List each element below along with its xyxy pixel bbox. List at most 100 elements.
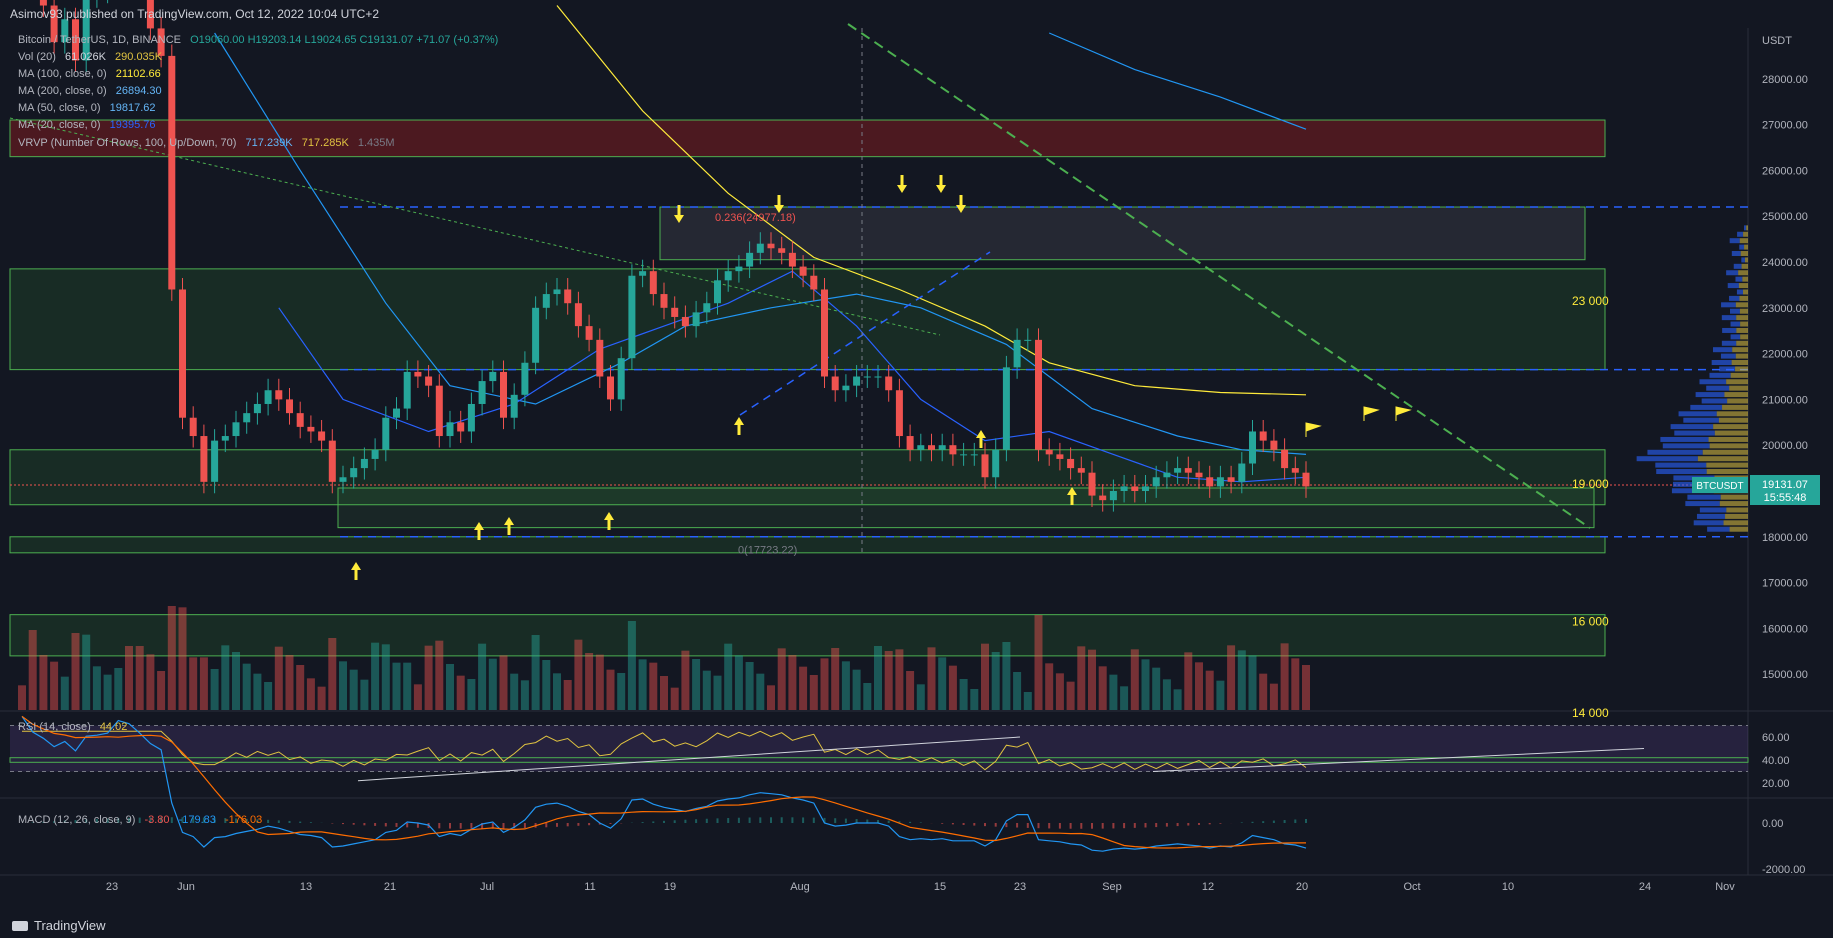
volume-bar <box>895 649 904 710</box>
macd-histogram-bar <box>727 818 730 823</box>
candle-body <box>1002 367 1010 450</box>
vrvp-up-bar <box>1721 315 1737 321</box>
volume-bar <box>232 652 240 710</box>
candle-body <box>960 454 968 456</box>
legend-volume[interactable]: Vol (20) 61.026K 290.035K <box>18 51 162 63</box>
macd-histogram-bar <box>545 823 548 828</box>
legend-symbol-row[interactable]: Bitcoin / TetherUS, 1D, BINANCE O19060.0… <box>18 34 498 46</box>
candle-body <box>842 385 850 391</box>
resistance-arrow-icon <box>936 175 946 193</box>
volume-bar <box>167 606 176 710</box>
level-label-1: 19 000 <box>1572 477 1609 491</box>
volume-bar <box>435 640 444 710</box>
candle-body <box>906 436 914 450</box>
volume-bar <box>809 675 818 710</box>
candle-body <box>724 271 732 281</box>
candle-body <box>1302 472 1310 487</box>
volume-bar <box>328 638 337 710</box>
candle-body <box>799 266 807 276</box>
flag-icon <box>1305 422 1322 437</box>
volume-bar <box>1098 666 1107 710</box>
vrvp-up-bar <box>1720 353 1736 359</box>
candle-body <box>1291 468 1299 473</box>
legend-ma100[interactable]: MA (100, close, 0) 21102.66 <box>18 68 161 80</box>
macd-histogram-bar <box>1219 823 1222 824</box>
legend-ma200[interactable]: MA (200, close, 0) 26894.30 <box>18 85 162 97</box>
resistance-arrow-icon <box>897 175 907 193</box>
time-tick-label-15: 24 <box>1639 881 1651 893</box>
vrvp-up-bar <box>1729 308 1740 314</box>
volume-bar <box>574 639 583 710</box>
vrvp-up-bar <box>1733 263 1742 269</box>
volume-value: 61.026K <box>64 51 106 63</box>
candle-body <box>938 445 946 450</box>
macd-histogram-bar <box>673 820 676 823</box>
vrvp-up-bar <box>1730 321 1741 327</box>
candle-body <box>660 294 668 308</box>
time-tick-label-12: 20 <box>1296 881 1308 893</box>
volume-bar <box>606 669 615 710</box>
candle-body <box>714 280 721 304</box>
ma50-value: 19817.62 <box>109 102 156 114</box>
ma200-value: 26894.30 <box>115 85 162 97</box>
candle-body <box>1270 440 1278 450</box>
volume-bar <box>520 680 529 710</box>
candle-body <box>1013 339 1021 368</box>
support-arrow-icon <box>734 417 744 435</box>
volume-bar <box>874 646 882 710</box>
time-tick-label-6: 19 <box>664 881 676 893</box>
vrvp-down-bar <box>1738 283 1748 289</box>
time-tick-label-2: 13 <box>300 881 312 893</box>
candle-body <box>200 436 208 482</box>
tradingview-logo: TradingView <box>12 918 106 933</box>
legend-ma50[interactable]: MA (50, close, 0) 19817.62 <box>18 102 156 114</box>
symbol-title: Bitcoin / TetherUS, 1D, BINANCE <box>18 34 182 46</box>
candle-body <box>767 243 775 249</box>
macd-histogram-bar <box>812 817 815 823</box>
candle-body <box>1238 463 1246 482</box>
volume-bar <box>371 642 380 710</box>
legend-ma20[interactable]: MA (20, close, 0) 19395.76 <box>18 119 156 131</box>
volume-bar <box>296 665 305 710</box>
candle-body <box>949 445 957 455</box>
ma100-value: 21102.66 <box>115 68 161 80</box>
volume-bar <box>1184 652 1193 710</box>
rsi-label: RSI (14, close) <box>18 721 91 733</box>
vrvp-down-bar <box>1709 443 1748 449</box>
vrvp-down-bar <box>1718 417 1748 423</box>
ma50-label: MA (50, close, 0) <box>18 102 101 114</box>
volume-bar <box>948 665 957 710</box>
zone-support-4 <box>9 614 1606 657</box>
vrvp-down-bar <box>1725 513 1748 519</box>
vrvp-down-bar <box>1741 263 1748 269</box>
legend-vrvp[interactable]: VRVP (Number Of Rows, 100, Up/Down, 70) … <box>18 137 395 149</box>
vrvp-up-bar <box>1660 436 1709 442</box>
volume-bar <box>1216 680 1225 710</box>
time-tick-label-11: 12 <box>1202 881 1214 893</box>
volume-bar <box>617 673 626 710</box>
legend-macd[interactable]: MACD (12, 26, close, 9) -3.80 -179.83 -1… <box>18 814 262 826</box>
vrvp-down-bar <box>1713 424 1748 430</box>
volume-bar <box>692 659 701 710</box>
volume-bar <box>71 633 80 710</box>
candle-body <box>1056 454 1064 459</box>
volume-bar <box>82 634 91 710</box>
volume-bar <box>114 668 123 710</box>
volume-bar <box>178 607 187 710</box>
candle-body <box>478 381 486 404</box>
macd-histogram-bar <box>502 823 505 829</box>
level-label-2: 16 000 <box>1572 614 1609 628</box>
fib-label-0: 0.236(24977.18) <box>715 212 796 224</box>
candle-body <box>1077 468 1085 473</box>
legend-rsi[interactable]: RSI (14, close) 44.02 <box>18 721 127 733</box>
macd-histogram-bar <box>1123 823 1126 829</box>
volume-bar <box>670 687 679 710</box>
macd-histogram-bar <box>770 817 772 823</box>
volume-bar <box>103 674 112 710</box>
volume-bar <box>1066 681 1075 710</box>
volume-bar <box>638 659 647 710</box>
volume-bar <box>1002 642 1011 710</box>
time-tick-label-4: Jul <box>480 881 494 893</box>
candle-body <box>1067 458 1075 469</box>
candle-body <box>928 445 935 450</box>
